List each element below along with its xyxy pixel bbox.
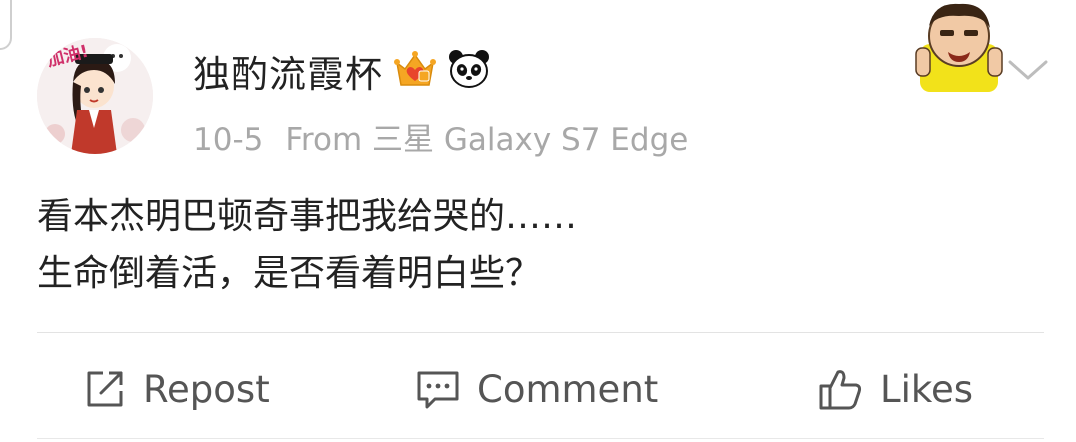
comment-icon	[417, 371, 459, 409]
repost-label: Repost	[143, 367, 270, 411]
avatar-image: 加油!	[37, 38, 153, 154]
panda-icon[interactable]	[447, 47, 491, 95]
comment-label: Comment	[477, 367, 659, 411]
post-text-line: 生命倒着活，是否看着明白些？	[37, 253, 542, 294]
divider	[37, 332, 1044, 333]
post-source[interactable]: From 三星 Galaxy S7 Edge	[285, 122, 688, 158]
likes-button[interactable]: Likes	[818, 360, 973, 418]
user-name[interactable]: 独酌流霞杯	[193, 44, 383, 98]
repost-icon	[87, 371, 123, 407]
cartoon-sticker-icon	[915, 3, 1003, 92]
post-meta: 10-5 From 三星 Galaxy S7 Edge	[193, 114, 688, 159]
thumbs-up-icon	[819, 370, 862, 410]
crown-vip-icon[interactable]	[393, 47, 437, 95]
post-content: 看本杰明巴顿奇事把我给哭的…… 生命倒着活，是否看着明白些？	[37, 188, 577, 302]
comment-button[interactable]: Comment	[415, 360, 658, 418]
chevron-down-icon[interactable]	[1006, 54, 1050, 84]
user-name-row: 独酌流霞杯	[193, 44, 491, 98]
post-text-line: 看本杰明巴顿奇事把我给哭的……	[37, 196, 578, 237]
repost-button[interactable]: Repost	[83, 360, 270, 418]
bottom-divider	[37, 438, 1044, 439]
likes-label: Likes	[880, 367, 974, 411]
corner-decoration	[0, 0, 12, 50]
avatar[interactable]: 加油!	[37, 38, 153, 154]
post-date: 10-5	[193, 122, 264, 158]
